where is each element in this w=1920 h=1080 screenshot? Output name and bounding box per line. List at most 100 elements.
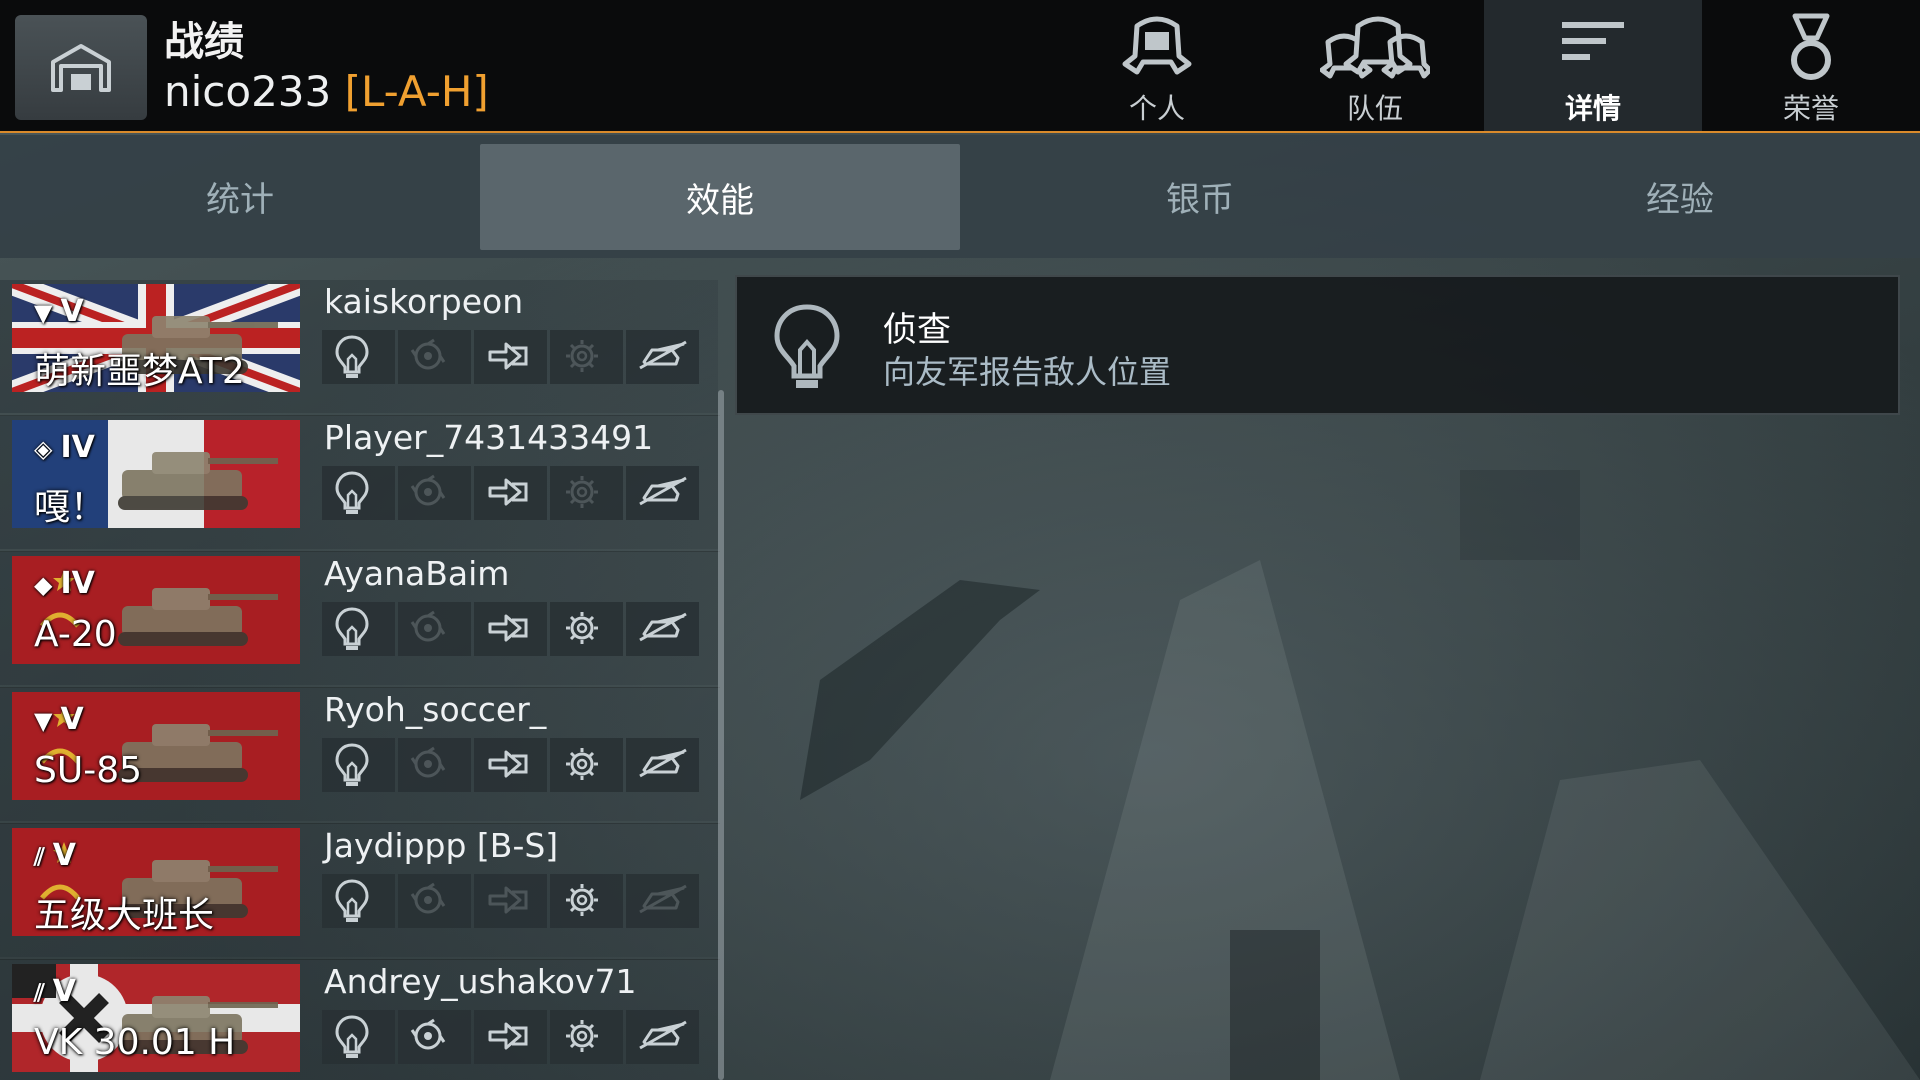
subtab-efficiency[interactable]: 效能 [480, 144, 960, 250]
nav-team[interactable]: 队伍 [1266, 0, 1484, 131]
player-row[interactable]: ◆ IV A-20 AyanaBaim [0, 552, 720, 688]
award-slot[interactable] [474, 874, 547, 928]
heavy-tank-stripes-icon: ⫽ [34, 979, 45, 1007]
tank-tier: ◈ IV [34, 430, 95, 465]
award-slot[interactable] [626, 874, 699, 928]
award-slot[interactable] [626, 602, 699, 656]
tank-card[interactable]: ⫽ V 五级大班长 [12, 828, 300, 936]
subtab-experience[interactable]: 经验 [1440, 135, 1920, 258]
damage-gear-icon [565, 612, 598, 644]
award-slot[interactable] [474, 1010, 547, 1064]
award-slot[interactable] [474, 738, 547, 792]
subtabs-bar: 统计 效能 银币 经验 [0, 135, 1920, 258]
player-name: kaiskorpeon [324, 282, 524, 321]
award-detail-panel: 侦查 向友军报告敌人位置 [735, 275, 1900, 415]
player-name: Ryoh_soccer_ [324, 690, 547, 729]
award-slot[interactable] [474, 602, 547, 656]
medium-tank-diamond-icon: ◈ [34, 435, 53, 463]
kill-tank-icon [638, 884, 687, 914]
player-name: Andrey_ushakov71 [324, 962, 637, 1001]
tank-card[interactable]: ▼ V SU-85 [12, 692, 300, 800]
award-bar [322, 1010, 699, 1064]
award-slot[interactable] [550, 330, 623, 384]
tank-tier: ⫽ V [34, 838, 76, 873]
award-slot[interactable] [626, 466, 699, 520]
award-slot[interactable] [550, 738, 623, 792]
award-slot[interactable] [398, 466, 471, 520]
medal-icon [1791, 13, 1831, 80]
award-slot[interactable] [322, 602, 395, 656]
nav-team-label: 队伍 [1346, 92, 1403, 125]
award-slot[interactable] [550, 602, 623, 656]
player-row[interactable]: ⫽ V VK 30.01 H Andrey_ushakov71 [0, 960, 720, 1080]
player-row[interactable]: ⫽ V 五级大班长 Jaydippp [B-S] [0, 824, 720, 960]
assist-track-icon [410, 882, 445, 914]
kill-tank-icon [638, 612, 687, 642]
spotting-bulb-icon [774, 304, 840, 388]
list-scrollbar[interactable] [718, 390, 724, 1080]
spotting-bulb-icon [334, 335, 369, 378]
award-slot[interactable] [322, 874, 395, 928]
award-slot[interactable] [474, 330, 547, 384]
damage-gear-icon [565, 884, 598, 916]
heavy-tank-stripes-icon: ⫽ [34, 843, 45, 871]
tier-numeral: V [60, 702, 84, 737]
tank-name: A-20 [34, 614, 117, 655]
tank-tier: ▼ V [34, 702, 84, 737]
tank-card[interactable]: ▼ V 萌新噩梦AT2 [12, 284, 300, 392]
detail-description: 向友军报告敌人位置 [883, 353, 1172, 391]
award-slot[interactable] [398, 738, 471, 792]
award-bar [322, 330, 699, 384]
garage-home-button[interactable] [15, 15, 147, 120]
tank-card[interactable]: ⫽ V VK 30.01 H [12, 964, 300, 1072]
nav-details[interactable]: 详情 [1484, 0, 1702, 131]
player-nickname: nico233 [164, 67, 332, 116]
kill-tank-icon [638, 476, 687, 506]
player-line: nico233 [L-A-H] [164, 66, 489, 118]
nav-personal[interactable]: 个人 [1048, 0, 1266, 131]
armor-block-icon [488, 478, 527, 506]
player-row[interactable]: ▼ V 萌新噩梦AT2 kaiskorpeon [0, 280, 720, 416]
assist-track-icon [410, 338, 445, 370]
award-slot[interactable] [626, 1010, 699, 1064]
armor-block-icon [488, 886, 527, 914]
tank-card[interactable]: ◆ IV A-20 [12, 556, 300, 664]
td-triangle-icon: ▼ [34, 707, 53, 735]
tank-name: 嘎！ [34, 487, 107, 528]
tier-numeral: IV [60, 566, 95, 601]
award-slot[interactable] [550, 874, 623, 928]
award-slot[interactable] [398, 602, 471, 656]
award-slot[interactable] [322, 466, 395, 520]
award-slot[interactable] [398, 1010, 471, 1064]
award-slot[interactable] [398, 874, 471, 928]
player-name: Jaydippp [B-S] [324, 826, 559, 865]
award-slot[interactable] [626, 738, 699, 792]
award-slot[interactable] [322, 330, 395, 384]
award-slot[interactable] [550, 1010, 623, 1064]
tank-card[interactable]: ◈ IV 嘎！ [12, 420, 300, 528]
armor-block-icon [488, 1022, 527, 1050]
award-slot[interactable] [626, 330, 699, 384]
nav-honors-label: 荣誉 [1782, 92, 1839, 125]
tank-name: SU-85 [34, 750, 142, 791]
award-slot[interactable] [550, 466, 623, 520]
assist-track-icon [410, 610, 445, 642]
spotting-bulb-icon [334, 471, 369, 514]
tank-name: 萌新噩梦AT2 [34, 351, 245, 392]
nav-personal-label: 个人 [1128, 92, 1185, 125]
award-slot[interactable] [322, 1010, 395, 1064]
nav-honors[interactable]: 荣誉 [1702, 0, 1920, 131]
player-list[interactable]: ▼ V 萌新噩梦AT2 kaiskorpeon ◈ IV 嘎！ Player_74314334… [0, 280, 720, 1080]
assist-track-icon [410, 746, 445, 778]
award-slot[interactable] [474, 466, 547, 520]
award-slot[interactable] [398, 330, 471, 384]
player-row[interactable]: ▼ V SU-85 Ryoh_soccer_ [0, 688, 720, 824]
player-row[interactable]: ◈ IV 嘎！ Player_7431433491 [0, 416, 720, 552]
spotting-bulb-icon [334, 1015, 369, 1058]
subtab-credits[interactable]: 银币 [960, 135, 1440, 258]
award-slot[interactable] [322, 738, 395, 792]
tier-numeral: V [52, 974, 76, 1009]
assist-track-icon [410, 474, 445, 506]
spotting-bulb-icon [334, 743, 369, 786]
subtab-statistics[interactable]: 统计 [0, 135, 480, 258]
